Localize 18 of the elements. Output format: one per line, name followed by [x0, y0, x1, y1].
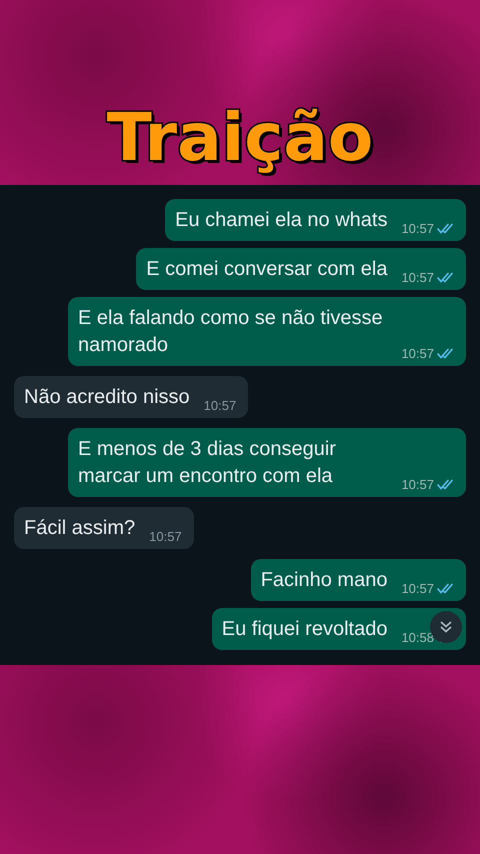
message-text: Eu fiquei revoltado [222, 617, 388, 642]
message-time: 10:57 [401, 581, 434, 596]
message-time: 10:57 [401, 346, 434, 361]
message-text: E ela falando como se não tivesse namorado [78, 306, 384, 358]
message-time: 10:57 [204, 398, 236, 413]
message-text: Facinho mano [260, 568, 388, 593]
message-text: Eu chamei ela no whats [175, 208, 388, 233]
message-text: Fácil assim? [24, 516, 136, 541]
message-time: 10:57 [401, 221, 434, 236]
message-text: Não acredito nisso [24, 385, 190, 410]
video-title: Traição [106, 102, 374, 175]
message-time: 10:57 [149, 529, 182, 544]
message-text: E comei conversar com ela [146, 257, 388, 282]
message-text: E menos de 3 dias conseguir marcar um encontro com ela [78, 437, 337, 489]
message-time: 10:57 [401, 477, 434, 492]
message-time: 10:58 [401, 630, 434, 645]
message-time: 10:57 [401, 270, 434, 285]
double-chevron-down-icon [438, 619, 454, 635]
